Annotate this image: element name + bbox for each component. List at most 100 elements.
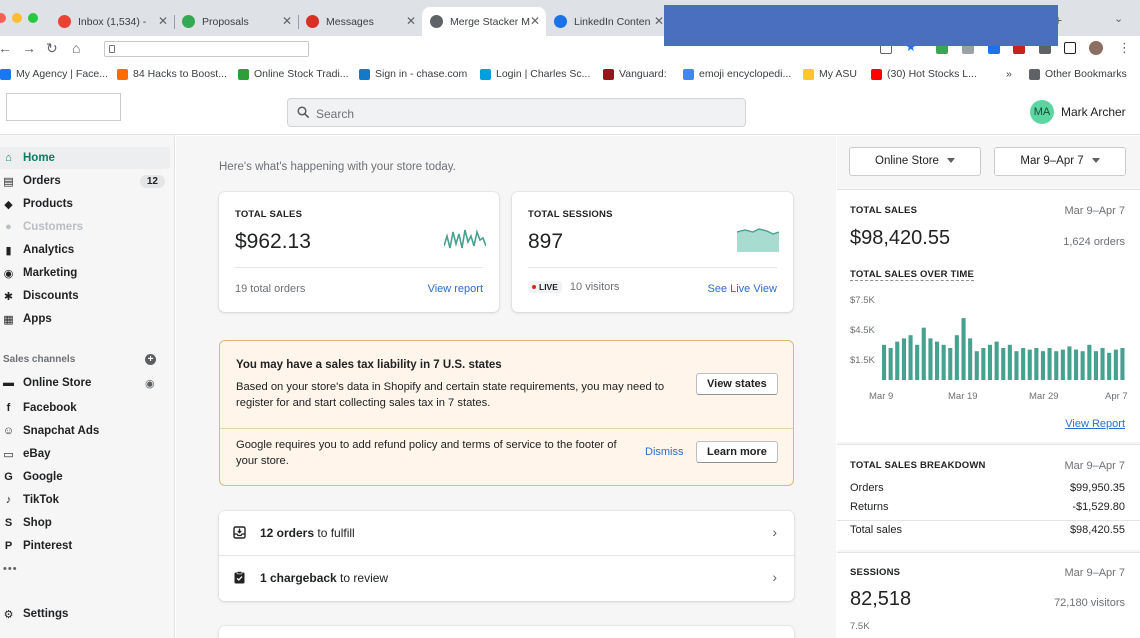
- sales-channel-select[interactable]: Online Store: [849, 147, 981, 176]
- address-bar[interactable]: [104, 41, 309, 57]
- eye-icon[interactable]: ◉: [145, 377, 155, 390]
- window-close-button[interactable]: [0, 13, 6, 23]
- search-input[interactable]: Search: [316, 107, 354, 121]
- sales-bar[interactable]: [1040, 351, 1045, 380]
- sales-bar[interactable]: [954, 335, 959, 380]
- bookmark-item[interactable]: Login | Charles Sc...: [480, 68, 590, 80]
- sales-bar[interactable]: [901, 338, 906, 380]
- see-live-view-link[interactable]: See Live View: [707, 283, 777, 295]
- sales-bar[interactable]: [1120, 348, 1125, 380]
- sales-bar[interactable]: [981, 348, 986, 380]
- task-chargeback-review[interactable]: 1 chargeback to review ›: [219, 556, 794, 601]
- close-tab-icon[interactable]: ✕: [406, 14, 416, 28]
- sidebar-item-marketing[interactable]: ◉ Marketing: [0, 262, 170, 284]
- sales-bar[interactable]: [928, 338, 933, 380]
- sales-bar[interactable]: [1007, 344, 1012, 380]
- sales-bar[interactable]: [1087, 344, 1092, 380]
- bookmark-folder-other[interactable]: Other Bookmarks: [1029, 68, 1127, 80]
- sales-bar[interactable]: [1021, 348, 1026, 380]
- sales-bar[interactable]: [895, 341, 900, 380]
- sales-bar[interactable]: [1100, 348, 1105, 380]
- sales-bar[interactable]: [1107, 352, 1112, 380]
- learn-more-button[interactable]: Learn more: [696, 441, 778, 463]
- sales-bar[interactable]: [941, 344, 946, 380]
- view-report-link[interactable]: View report: [428, 283, 483, 295]
- close-tab-icon[interactable]: ✕: [158, 14, 168, 28]
- sales-bar[interactable]: [1074, 349, 1079, 380]
- task-orders-to-fulfill[interactable]: 12 orders to fulfill ›: [219, 511, 794, 556]
- add-sales-channel-icon[interactable]: +: [145, 354, 156, 365]
- browser-tab-gmail[interactable]: Inbox (1,534) - ✕: [50, 7, 175, 36]
- side-panel-icon[interactable]: [1064, 42, 1076, 54]
- bookmarks-overflow-button[interactable]: »: [1006, 68, 1012, 80]
- view-report-link[interactable]: View Report: [1065, 418, 1125, 430]
- sidebar-item-home[interactable]: ⌂ Home: [0, 147, 170, 169]
- sales-bar[interactable]: [1067, 346, 1072, 380]
- sidebar-item-products[interactable]: ◆ Products: [0, 193, 170, 215]
- sales-bar[interactable]: [1113, 349, 1118, 380]
- sidebar-channel-pinterest[interactable]: P Pinterest: [0, 535, 170, 557]
- user-menu[interactable]: MA Mark Archer: [1030, 100, 1126, 124]
- bookmark-item[interactable]: My Agency | Face...: [0, 68, 108, 80]
- bookmark-item[interactable]: emoji encyclopedi...: [683, 68, 791, 80]
- sidebar-channel-shop[interactable]: S Shop: [0, 512, 170, 534]
- sidebar-item-discounts[interactable]: ✱ Discounts: [0, 285, 170, 307]
- forward-arrow-icon[interactable]: →: [22, 40, 36, 56]
- sales-bar[interactable]: [908, 335, 913, 380]
- browser-tab-proposals[interactable]: Proposals ✕: [174, 7, 299, 36]
- bookmark-item[interactable]: (30) Hot Stocks L...: [871, 68, 977, 80]
- sales-bar[interactable]: [1080, 351, 1085, 380]
- bookmark-item[interactable]: Online Stock Tradi...: [238, 68, 349, 80]
- sidebar-item-apps[interactable]: ▦ Apps: [0, 308, 170, 330]
- sales-bar[interactable]: [1047, 348, 1052, 380]
- window-zoom-button[interactable]: [28, 13, 38, 23]
- tab-search-chevron-icon[interactable]: ⌄: [1114, 12, 1123, 25]
- sales-bar[interactable]: [994, 341, 999, 380]
- browser-menu-icon[interactable]: ⋮: [1118, 40, 1131, 56]
- search-bar[interactable]: Search: [287, 98, 746, 127]
- sales-bar[interactable]: [1054, 351, 1059, 380]
- bookmark-item[interactable]: My ASU: [803, 68, 857, 80]
- bookmark-item[interactable]: 84 Hacks to Boost...: [117, 68, 227, 80]
- sales-bar[interactable]: [948, 348, 953, 380]
- browser-tab-messages[interactable]: Messages ✕: [298, 7, 423, 36]
- sidebar-channel-tiktok[interactable]: ♪ TikTok: [0, 489, 170, 511]
- store-logo[interactable]: [6, 93, 121, 121]
- sidebar-channel-online-store[interactable]: ▬ Online Store ◉: [0, 372, 170, 394]
- sidebar-item-analytics[interactable]: ▮ Analytics: [0, 239, 170, 261]
- sales-bar[interactable]: [968, 338, 973, 380]
- sales-bar[interactable]: [882, 344, 887, 380]
- view-states-button[interactable]: View states: [696, 373, 778, 395]
- sales-bar[interactable]: [915, 344, 920, 380]
- sales-bar[interactable]: [1093, 351, 1098, 380]
- browser-tab-merge-stacker[interactable]: Merge Stacker M ✕: [422, 7, 546, 36]
- sidebar-channel-google[interactable]: G Google: [0, 466, 170, 488]
- sidebar-item-customers[interactable]: ● Customers: [0, 216, 170, 238]
- sales-bar[interactable]: [1014, 351, 1019, 380]
- close-tab-icon[interactable]: ✕: [282, 14, 292, 28]
- browser-tab-linkedin[interactable]: LinkedIn Conten ✕: [546, 7, 670, 36]
- dismiss-link[interactable]: Dismiss: [645, 446, 684, 458]
- sidebar-channel-facebook[interactable]: f Facebook: [0, 397, 170, 419]
- profile-avatar-icon[interactable]: [1089, 41, 1103, 55]
- close-tab-icon[interactable]: ✕: [530, 14, 540, 28]
- sales-bar[interactable]: [888, 348, 893, 380]
- sales-bar[interactable]: [974, 351, 979, 380]
- sidebar-item-orders[interactable]: ▤ Orders 12: [0, 170, 170, 192]
- sales-bar[interactable]: [1027, 349, 1032, 380]
- sidebar-item-settings[interactable]: ⚙ Settings: [0, 603, 170, 625]
- date-range-select[interactable]: Mar 9–Apr 7: [994, 147, 1126, 176]
- sales-bar[interactable]: [1034, 348, 1039, 380]
- more-channels-button[interactable]: •••: [3, 563, 18, 575]
- sales-bar[interactable]: [987, 344, 992, 380]
- reload-icon[interactable]: ↻: [46, 40, 58, 57]
- sidebar-channel-snapchat-ads[interactable]: ☺ Snapchat Ads: [0, 420, 170, 442]
- bookmark-item[interactable]: Sign in - chase.com: [359, 68, 467, 80]
- sales-bar[interactable]: [935, 341, 940, 380]
- back-arrow-icon[interactable]: ←: [0, 40, 12, 56]
- sidebar-channel-ebay[interactable]: ▭ eBay: [0, 443, 170, 465]
- sales-bar[interactable]: [1060, 349, 1065, 380]
- sales-bar[interactable]: [1001, 348, 1006, 380]
- close-tab-icon[interactable]: ✕: [654, 14, 664, 28]
- sales-bar[interactable]: [961, 318, 966, 380]
